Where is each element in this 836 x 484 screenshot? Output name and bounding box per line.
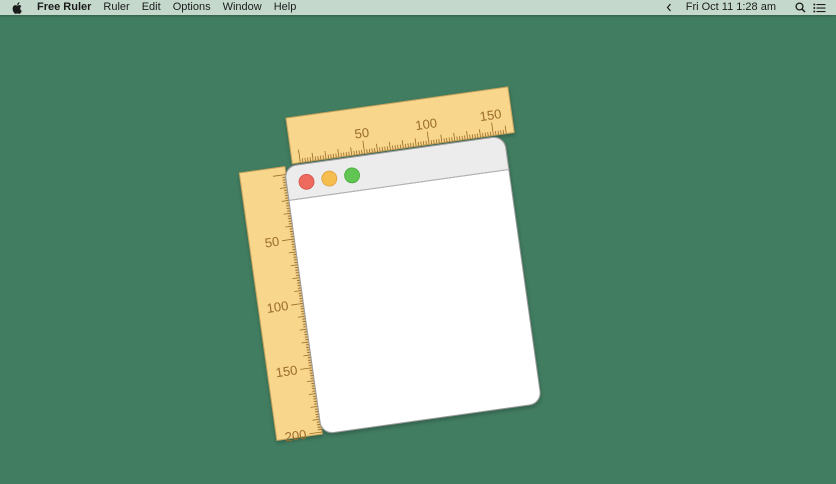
horizontal-ruler-tick xyxy=(309,157,311,162)
horizontal-ruler-tick xyxy=(404,143,407,148)
horizontal-ruler-tick xyxy=(319,155,322,160)
horizontal-ruler-tick xyxy=(384,146,386,151)
horizontal-ruler-tick xyxy=(448,137,451,142)
horizontal-ruler-tick xyxy=(371,148,373,153)
horizontal-ruler-tick xyxy=(330,154,332,159)
horizontal-ruler-tick xyxy=(399,144,402,149)
horizontal-ruler-tick xyxy=(433,139,435,144)
horizontal-ruler-tick xyxy=(332,153,335,158)
horizontal-ruler-label: 150 xyxy=(479,106,503,124)
horizontal-ruler-tick xyxy=(353,150,355,156)
horizontal-ruler-tick xyxy=(471,134,474,139)
horizontal-ruler-tick xyxy=(497,130,499,135)
horizontal-ruler-tick xyxy=(438,138,440,144)
app-window[interactable] xyxy=(284,136,541,434)
horizontal-ruler-tick xyxy=(381,146,384,152)
horizontal-ruler-tick xyxy=(458,136,461,141)
horizontal-ruler-tick xyxy=(487,132,489,137)
horizontal-ruler-tick xyxy=(495,131,497,136)
horizontal-ruler-tick xyxy=(420,141,422,146)
vertical-ruler-label: 100 xyxy=(266,298,290,316)
horizontal-ruler-tick xyxy=(322,155,324,160)
horizontal-ruler-tick xyxy=(446,137,448,142)
free-ruler-illustration: 50 100 150 200 50 100 150 xyxy=(238,86,541,445)
horizontal-ruler-tick xyxy=(430,140,433,145)
vertical-ruler-label: 200 xyxy=(284,427,308,445)
horizontal-ruler-tick xyxy=(412,142,414,147)
horizontal-ruler-tick xyxy=(345,152,348,157)
horizontal-ruler-tick xyxy=(307,157,309,162)
vertical-ruler-label: 50 xyxy=(264,234,280,251)
horizontal-ruler-tick xyxy=(394,145,396,150)
horizontal-ruler-tick xyxy=(464,135,466,140)
horizontal-ruler-tick xyxy=(361,149,363,154)
horizontal-ruler-tick xyxy=(500,130,502,135)
horizontal-ruler-tick xyxy=(461,135,463,140)
horizontal-ruler-label: 50 xyxy=(354,125,370,142)
horizontal-ruler-tick xyxy=(477,133,479,138)
vertical-ruler-label: 150 xyxy=(275,362,299,380)
horizontal-ruler-tick xyxy=(348,151,350,156)
horizontal-ruler-tick xyxy=(425,140,427,145)
horizontal-ruler-tick xyxy=(456,136,458,141)
horizontal-ruler-tick xyxy=(469,134,471,139)
horizontal-ruler-label: 100 xyxy=(414,115,438,133)
horizontal-ruler-tick xyxy=(422,141,425,146)
horizontal-ruler-tick xyxy=(386,146,389,151)
horizontal-ruler-tick xyxy=(355,150,358,155)
horizontal-ruler-tick xyxy=(314,156,317,161)
horizontal-ruler-tick xyxy=(374,148,376,153)
horizontal-ruler-tick xyxy=(343,152,345,157)
horizontal-ruler-tick xyxy=(335,153,337,158)
horizontal-ruler-tick xyxy=(379,147,381,152)
horizontal-ruler-tick xyxy=(417,141,420,146)
horizontal-ruler-tick xyxy=(397,144,399,149)
horizontal-ruler-tick xyxy=(435,139,438,144)
horizontal-ruler-tick xyxy=(327,154,330,159)
horizontal-ruler-tick xyxy=(451,137,453,142)
horizontal-ruler-tick xyxy=(410,142,412,148)
horizontal-ruler-tick xyxy=(301,158,304,163)
horizontal-ruler-tick xyxy=(317,155,319,161)
horizontal-ruler-tick xyxy=(484,132,487,137)
horizontal-ruler-tick xyxy=(304,157,306,162)
horizontal-ruler-tick xyxy=(368,148,371,153)
horizontal-ruler-tick xyxy=(489,131,492,136)
horizontal-ruler-tick xyxy=(407,143,409,148)
horizontal-ruler-tick xyxy=(392,145,394,150)
horizontal-ruler-tick xyxy=(482,132,484,137)
horizontal-ruler-tick xyxy=(340,152,342,157)
horizontal-ruler-tick xyxy=(502,129,505,135)
horizontal-ruler-tick xyxy=(443,138,445,143)
horizontal-ruler-tick xyxy=(366,149,368,154)
vertical-ruler-tick xyxy=(317,429,322,431)
vertical-ruler-tick xyxy=(317,426,322,428)
horizontal-ruler-tick xyxy=(358,150,360,155)
horizontal-ruler-tick xyxy=(474,133,476,138)
